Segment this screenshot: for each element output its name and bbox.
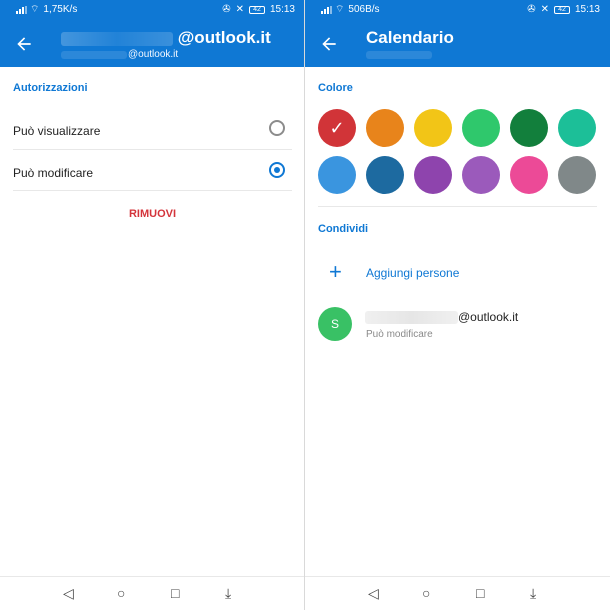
redacted-subtitle xyxy=(61,51,127,59)
time: 15:13 xyxy=(269,4,295,15)
wifi-icon: ⌔ xyxy=(335,3,345,15)
avatar[interactable]: S xyxy=(318,307,352,341)
wifi-icon: ⌔ xyxy=(30,3,40,15)
system-nav-bar: ◁ ○ □ ⤓ xyxy=(305,576,610,610)
recent-square-icon[interactable]: □ xyxy=(171,585,179,601)
divider xyxy=(13,149,292,150)
permission-edit-radio[interactable] xyxy=(269,162,285,178)
color-swatch-orange[interactable] xyxy=(366,109,404,147)
contact-email-title: @outlook.it xyxy=(61,28,271,48)
network-speed: 506B/s xyxy=(348,4,380,15)
color-swatch-pink[interactable] xyxy=(510,156,548,194)
redacted-name xyxy=(61,31,173,46)
signal-icon xyxy=(16,5,27,14)
back-arrow-icon[interactable] xyxy=(319,34,339,54)
system-nav-bar: ◁ ○ □ ⤓ xyxy=(0,576,305,610)
vibration-icon: ✇ xyxy=(527,4,536,15)
right-header: ⌔ 506B/s ✇ ✕ 42 15:13 Calendario xyxy=(305,0,610,67)
color-section-label: Colore xyxy=(318,82,353,94)
color-swatch-light-blue[interactable] xyxy=(318,156,356,194)
checkmark-icon: ✓ xyxy=(329,117,345,138)
left-status-bar: ⌔ 1,75K/s ✇ ✕ 42 15:13 xyxy=(0,0,305,20)
color-swatch-red[interactable]: ✓ xyxy=(318,109,356,147)
color-swatch-gray[interactable] xyxy=(558,156,596,194)
color-swatch-purple[interactable] xyxy=(414,156,452,194)
left-header: ⌔ 1,75K/s ✇ ✕ 42 15:13 @outlook.it @outl… xyxy=(0,0,305,67)
color-swatch-yellow[interactable] xyxy=(414,109,452,147)
remove-button[interactable]: RIMUOVI xyxy=(0,208,305,220)
mute-icon: ✕ xyxy=(540,4,549,15)
home-circle-icon[interactable]: ○ xyxy=(117,585,125,601)
color-swatch-violet[interactable] xyxy=(462,156,500,194)
redacted-subtitle xyxy=(366,51,432,59)
vibration-icon: ✇ xyxy=(222,4,231,15)
home-circle-icon[interactable]: ○ xyxy=(422,585,430,601)
notification-pull-icon[interactable]: ⤓ xyxy=(225,585,231,601)
permission-view-label[interactable]: Può visualizzare xyxy=(13,124,100,138)
network-speed: 1,75K/s xyxy=(43,4,78,15)
back-triangle-icon[interactable]: ◁ xyxy=(368,585,379,601)
battery-icon: 42 xyxy=(248,5,265,14)
add-people-button[interactable]: Aggiungi persone xyxy=(366,266,459,280)
add-icon[interactable]: + xyxy=(329,261,342,283)
signal-icon xyxy=(321,5,332,14)
contact-email-subtitle: @outlook.it xyxy=(128,49,179,60)
permission-view-radio[interactable] xyxy=(269,120,285,136)
permissions-section-label: Autorizzazioni xyxy=(13,82,88,94)
color-swatch-teal[interactable] xyxy=(558,109,596,147)
back-arrow-icon[interactable] xyxy=(14,34,34,54)
battery-icon: 42 xyxy=(553,5,570,14)
divider xyxy=(13,190,292,191)
right-status-bar: ⌔ 506B/s ✇ ✕ 42 15:13 xyxy=(305,0,610,20)
mute-icon: ✕ xyxy=(235,4,244,15)
color-swatch-dark-blue[interactable] xyxy=(366,156,404,194)
notification-pull-icon[interactable]: ⤓ xyxy=(530,585,536,601)
color-swatch-green[interactable] xyxy=(462,109,500,147)
color-swatches: ✓ xyxy=(318,109,600,195)
permission-edit-label[interactable]: Può modificare xyxy=(13,166,93,180)
redacted-email xyxy=(365,311,458,325)
left-screen: ⌔ 1,75K/s ✇ ✕ 42 15:13 @outlook.it @outl… xyxy=(0,0,305,610)
shared-user-permission: Può modificare xyxy=(366,329,433,340)
back-triangle-icon[interactable]: ◁ xyxy=(63,585,74,601)
color-swatch-dark-green[interactable] xyxy=(510,109,548,147)
calendar-title: Calendario xyxy=(366,28,454,47)
shared-user-email[interactable]: @outlook.it xyxy=(365,310,518,325)
time: 15:13 xyxy=(574,4,600,15)
divider xyxy=(318,206,597,207)
right-screen: ⌔ 506B/s ✇ ✕ 42 15:13 Calendario Colore … xyxy=(305,0,610,610)
share-section-label: Condividi xyxy=(318,223,369,235)
recent-square-icon[interactable]: □ xyxy=(476,585,484,601)
